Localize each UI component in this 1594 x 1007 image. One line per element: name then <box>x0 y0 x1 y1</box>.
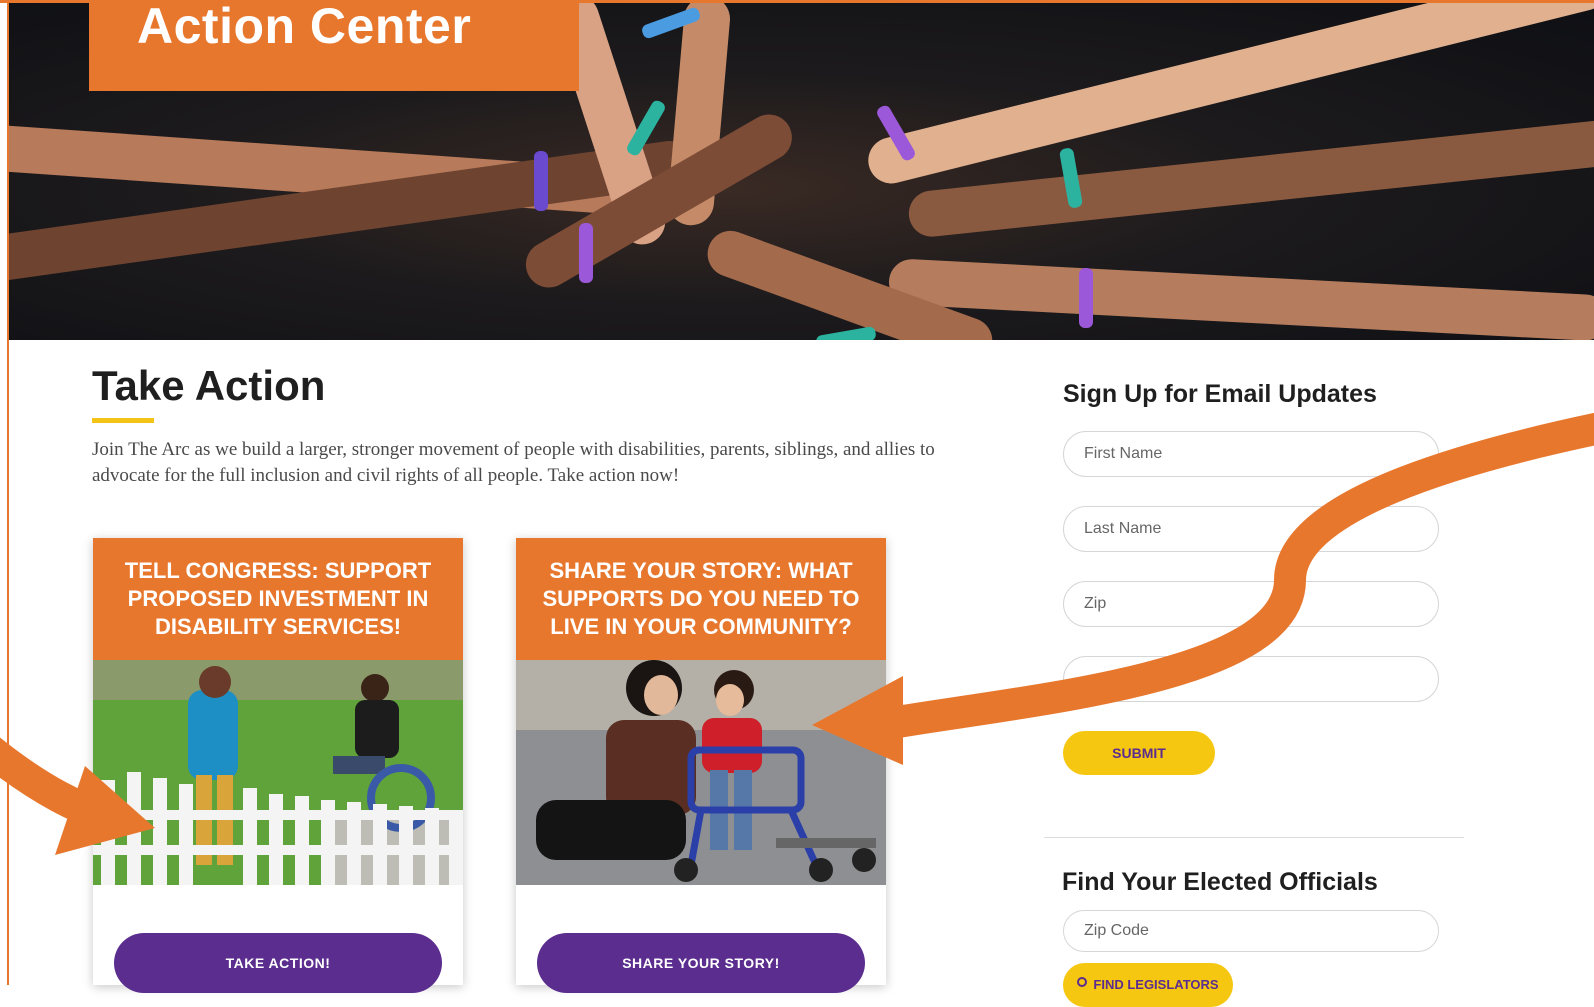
find-legislators-button[interactable]: FIND LEGISLATORS <box>1063 963 1233 1007</box>
card-image-walker <box>516 660 886 885</box>
sidebar-divider <box>1044 837 1464 838</box>
officials-zip-field[interactable] <box>1063 910 1439 952</box>
intro-text: Join The Arc as we build a larger, stron… <box>92 439 935 486</box>
action-card-share-story[interactable]: SHARE YOUR STORY: WHAT SUPPORTS DO YOU N… <box>516 538 886 993</box>
hero-title-box: Action Center <box>89 3 579 91</box>
email-signup-heading: Sign Up for Email Updates <box>1063 380 1377 408</box>
search-icon <box>1077 977 1088 987</box>
card-title: TELL CONGRESS: SUPPORT PROPOSED INVESTME… <box>93 538 463 660</box>
submit-button[interactable]: SUBMIT <box>1063 731 1215 775</box>
title-underline <box>92 418 154 423</box>
take-action-button[interactable]: TAKE ACTION! <box>114 933 442 993</box>
hero-title: Action Center <box>137 3 472 54</box>
email-field[interactable] <box>1063 656 1439 702</box>
page-title: Take Action <box>92 362 326 409</box>
share-your-story-button[interactable]: SHARE YOUR STORY! <box>537 933 865 993</box>
first-name-field[interactable] <box>1063 431 1439 477</box>
card-title: SHARE YOUR STORY: WHAT SUPPORTS DO YOU N… <box>516 538 886 660</box>
zip-field[interactable] <box>1063 581 1439 627</box>
last-name-field[interactable] <box>1063 506 1439 552</box>
card-image-fence <box>93 660 463 885</box>
find-officials-heading: Find Your Elected Officials <box>1062 868 1378 896</box>
hero-banner: Action Center <box>9 3 1594 340</box>
action-card-congress[interactable]: TELL CONGRESS: SUPPORT PROPOSED INVESTME… <box>93 538 463 993</box>
